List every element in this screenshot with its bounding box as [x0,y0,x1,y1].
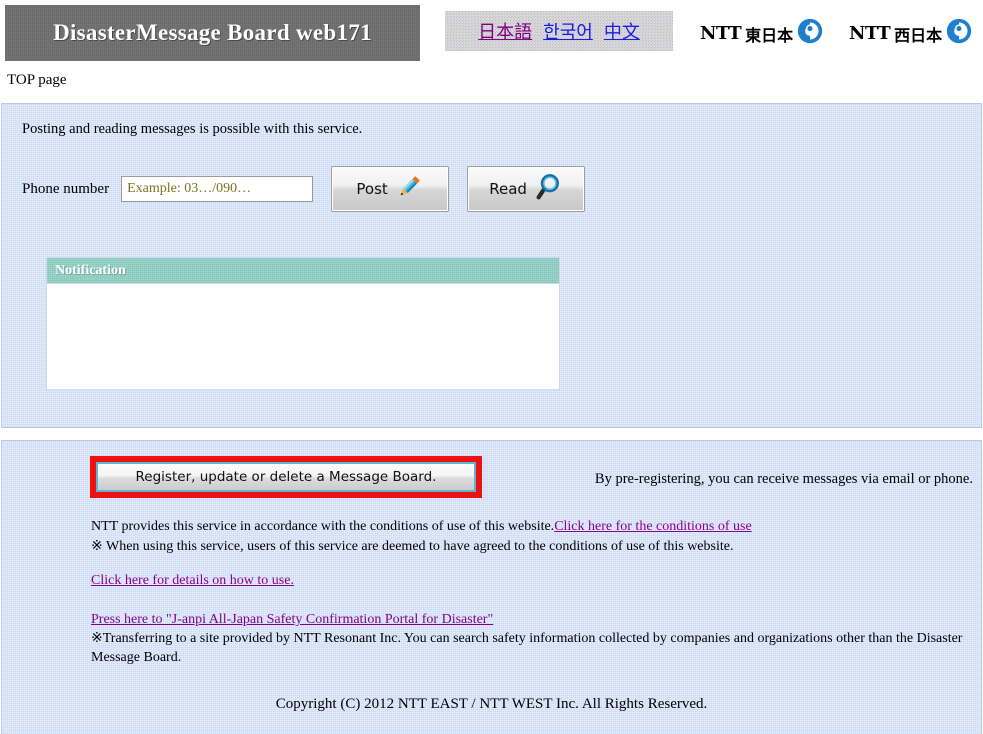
language-link-chinese[interactable]: 中文 [604,18,640,44]
phone-number-label: Phone number [22,180,110,197]
notification-panel: Notification [46,257,560,390]
ntt-west-logo: NTT 西日本 [849,18,972,49]
phone-number-input[interactable] [121,176,314,202]
language-link-japanese[interactable]: 日本語 [478,18,532,44]
phone-number-row: Phone number Post Read [22,166,586,212]
language-link-korean[interactable]: 한국어 [543,18,593,44]
post-button[interactable]: Post [331,166,450,212]
secondary-panel: Register, update or delete a Message Boa… [1,440,982,734]
terms-text: NTT provides this service in accordance … [91,519,555,534]
janpi-note: ※Transferring to a site provided by NTT … [91,631,963,665]
ntt-east-logo: NTT 東日本 [700,18,823,49]
notification-header: Notification [47,258,559,283]
register-button-highlight: Register, update or delete a Message Boa… [90,456,482,498]
janpi-portal-link[interactable]: Press here to "J-anpi All-Japan Safety C… [91,612,493,627]
register-button-label: Register, update or delete a Message Boa… [135,469,437,485]
conditions-of-use-link[interactable]: Click here for the conditions of use [554,519,752,534]
site-title-bar: DisasterMessage Board web171 [5,5,420,61]
post-button-label: Post [356,179,388,198]
intro-text: Posting and reading messages is possible… [22,121,363,137]
copyright-text: Copyright (C) 2012 NTT EAST / NTT WEST I… [275,696,708,712]
pencil-icon [394,172,424,206]
howto-block: Click here for details on how to use. [91,573,294,589]
ntt-dynamic-loop-icon [797,18,823,49]
ntt-west-wordmark: NTT [849,23,891,44]
magnifier-icon [533,172,563,206]
ntt-east-wordmark: NTT [700,23,742,44]
janpi-link-row: Press here to "J-anpi All-Japan Safety C… [91,610,977,629]
page-header: DisasterMessage Board web171 日本語 한국어 中文 … [0,0,983,88]
site-title: DisasterMessage Board web171 [53,20,372,45]
notification-title: Notification [55,262,126,278]
ntt-west-region-text: 西日本 [894,25,943,45]
notification-body [47,283,559,389]
terms-line-2: ※ When using this service, users of this… [91,539,734,554]
read-button-label: Read [489,179,527,198]
register-message-board-button[interactable]: Register, update or delete a Message Boa… [96,462,476,492]
terms-line-1: NTT provides this service in accordance … [91,517,971,537]
breadcrumb: TOP page [7,72,67,88]
pre-registration-note: By pre-registering, you can receive mess… [594,471,973,487]
read-button[interactable]: Read [467,166,586,212]
main-service-panel: Posting and reading messages is possible… [1,103,982,428]
ntt-dynamic-loop-icon [946,18,972,49]
janpi-block: Press here to "J-anpi All-Japan Safety C… [91,610,977,667]
language-selector[interactable]: 日本語 한국어 中文 [445,11,673,51]
ntt-east-region-text: 東日本 [745,25,794,45]
terms-block: NTT provides this service in accordance … [91,517,971,557]
how-to-use-link[interactable]: Click here for details on how to use. [91,573,294,588]
